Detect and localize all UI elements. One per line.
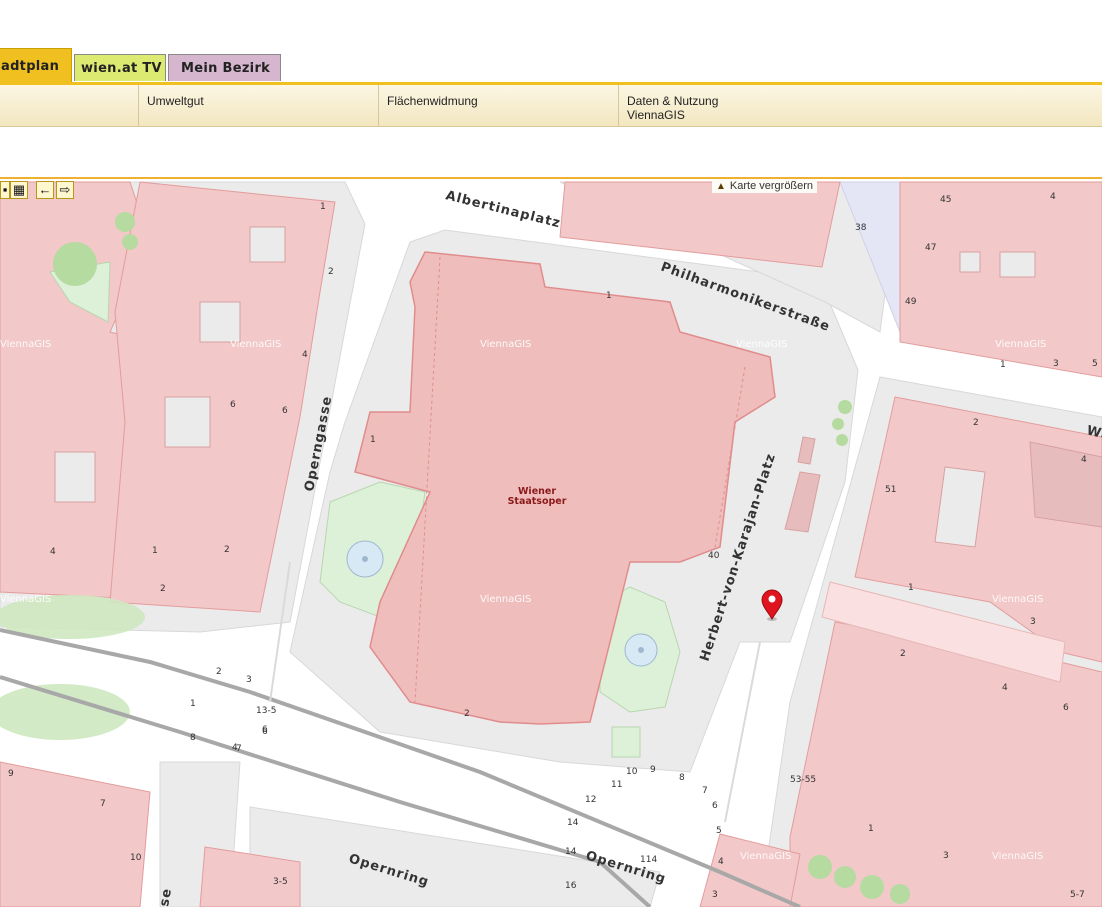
menu-item-daten-nutzung[interactable]: Daten & Nutzung ViennaGIS bbox=[618, 85, 1102, 127]
house-number: 4 bbox=[1081, 455, 1087, 465]
house-number: 1 bbox=[370, 435, 376, 445]
house-number: 53-55 bbox=[790, 775, 816, 785]
tab-stadtplan[interactable]: adtplan bbox=[0, 48, 72, 83]
house-number: 1 bbox=[868, 824, 874, 834]
watermark: ViennaGIS bbox=[992, 851, 1043, 862]
house-number: 51 bbox=[885, 485, 896, 495]
tab-mein-bezirk[interactable]: Mein Bezirk bbox=[168, 54, 281, 81]
house-number: 47 bbox=[925, 243, 936, 253]
house-number: 7 bbox=[236, 744, 242, 754]
house-number: 6 bbox=[1063, 703, 1069, 713]
house-number: 4 bbox=[1050, 192, 1056, 202]
fountain-west bbox=[346, 540, 384, 578]
menu-item-flaechenwidmung[interactable]: Flächenwidmung bbox=[378, 85, 618, 127]
zoom-fit-icon[interactable]: ▦ bbox=[10, 181, 28, 199]
tab-wien-tv[interactable]: wien.at TV bbox=[74, 54, 166, 81]
house-number: 2 bbox=[464, 709, 470, 719]
menu-daten-nutzung-label[interactable]: Daten & Nutzung bbox=[627, 94, 1102, 108]
house-number: 8 bbox=[679, 773, 685, 783]
menu-umweltgut-label[interactable]: Umweltgut bbox=[147, 94, 204, 108]
house-number: 6 bbox=[230, 400, 236, 410]
street-label-edge: se bbox=[157, 887, 175, 907]
house-number: 49 bbox=[905, 297, 917, 307]
house-number: 38 bbox=[855, 223, 867, 233]
house-number: 2 bbox=[160, 584, 166, 594]
house-number: 6 bbox=[282, 406, 288, 416]
house-number: 10 bbox=[626, 767, 638, 777]
house-number: 11 bbox=[611, 780, 622, 790]
house-number: 1 bbox=[908, 583, 914, 593]
house-number: 6 bbox=[712, 801, 718, 811]
house-number: 14 bbox=[565, 847, 577, 857]
house-number: 7 bbox=[702, 786, 708, 796]
house-number: 9 bbox=[650, 765, 656, 775]
house-number: 2 bbox=[328, 267, 334, 277]
house-number: 3 bbox=[943, 851, 949, 861]
house-number: 45 bbox=[940, 195, 951, 205]
house-number: 14 bbox=[567, 818, 579, 828]
watermark: ViennaGIS bbox=[0, 594, 51, 605]
house-number: 16 bbox=[565, 881, 577, 891]
house-number: 2 bbox=[224, 545, 230, 555]
enlarge-map-label[interactable]: Karte vergrößern bbox=[730, 180, 813, 192]
pan-left-icon[interactable]: ← bbox=[36, 181, 54, 199]
house-number: 3 bbox=[1053, 359, 1059, 369]
watermark: ViennaGIS bbox=[736, 339, 787, 350]
house-number: 3 bbox=[1030, 617, 1036, 627]
house-number: 1 bbox=[1000, 360, 1006, 370]
triangle-up-icon: ▲ bbox=[716, 181, 726, 192]
watermark: ViennaGIS bbox=[480, 594, 531, 605]
watermark: ViennaGIS bbox=[230, 339, 281, 350]
house-number: 4 bbox=[718, 857, 724, 867]
house-number: 4 bbox=[302, 350, 308, 360]
house-number: 1 bbox=[152, 546, 158, 556]
house-number: 1 bbox=[606, 291, 612, 301]
sub-menu-bar: Umweltgut Flächenwidmung Daten & Nutzung… bbox=[0, 82, 1102, 127]
house-number: 3 bbox=[712, 890, 718, 900]
pan-right-icon[interactable]: ⇨ bbox=[56, 181, 74, 199]
house-number: 8 bbox=[190, 733, 196, 743]
house-number: 114 bbox=[640, 855, 657, 865]
menu-viennagis-label[interactable]: ViennaGIS bbox=[627, 108, 1102, 122]
house-number: 1 bbox=[190, 699, 196, 709]
house-number: 6 bbox=[262, 727, 268, 737]
map-section-icon[interactable]: ▪ bbox=[0, 181, 10, 199]
menu-item-umweltgut[interactable]: Umweltgut bbox=[138, 85, 378, 127]
fountain-east bbox=[624, 633, 658, 667]
house-number: 5 bbox=[1092, 359, 1098, 369]
house-number: 12 bbox=[585, 795, 596, 805]
house-number: 9 bbox=[8, 769, 14, 779]
map-view[interactable]: ViennaGIS ViennaGIS ViennaGIS ViennaGIS … bbox=[0, 177, 1102, 907]
house-number: 3 bbox=[246, 675, 252, 685]
house-number: 7 bbox=[100, 799, 106, 809]
house-number: 2 bbox=[900, 649, 906, 659]
house-number: 40 bbox=[708, 551, 720, 561]
watermark: ViennaGIS bbox=[740, 851, 791, 862]
house-number: 5 bbox=[716, 826, 722, 836]
landmark-label-line2[interactable]: Staatsoper bbox=[508, 496, 567, 507]
house-number: 4 bbox=[50, 547, 56, 557]
watermark: ViennaGIS bbox=[992, 594, 1043, 605]
house-number: 2 bbox=[973, 418, 979, 428]
house-number: 1 bbox=[320, 202, 326, 212]
house-number: 4 bbox=[1002, 683, 1008, 693]
house-number: 13-5 bbox=[256, 706, 276, 716]
tab-bar: adtplan wien.at TV Mein Bezirk bbox=[0, 0, 1102, 83]
house-number: 3-5 bbox=[273, 877, 288, 887]
watermark: ViennaGIS bbox=[0, 339, 51, 350]
enlarge-map-link[interactable]: ▲ Karte vergrößern bbox=[712, 179, 818, 193]
house-number: 2 bbox=[216, 667, 222, 677]
house-number: 5-7 bbox=[1070, 890, 1085, 900]
house-number: 10 bbox=[130, 853, 142, 863]
menu-flaechenwidmung-label[interactable]: Flächenwidmung bbox=[387, 94, 478, 108]
watermark: ViennaGIS bbox=[480, 339, 531, 350]
watermark: ViennaGIS bbox=[995, 339, 1046, 350]
